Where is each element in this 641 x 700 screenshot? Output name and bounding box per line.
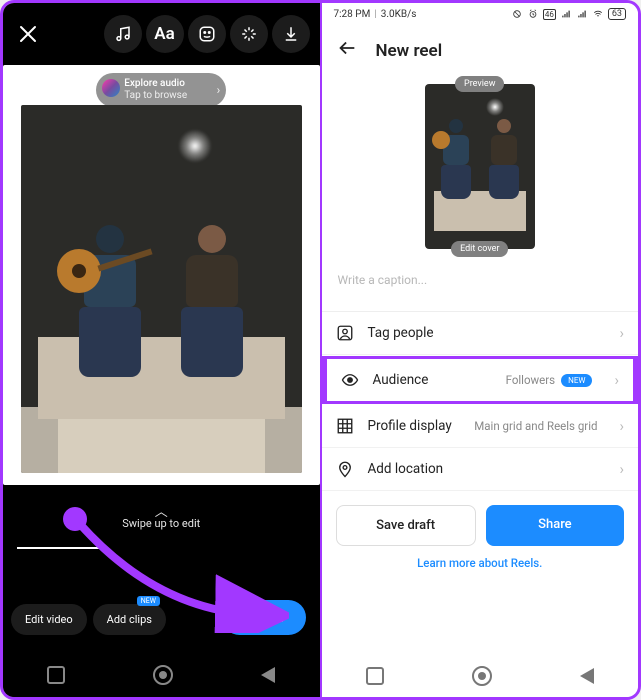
profile-display-value: Main grid and Reels grid <box>474 419 597 433</box>
action-row: Save draft Share <box>322 491 639 548</box>
page-title: New reel <box>376 41 443 61</box>
save-draft-button[interactable]: Save draft <box>336 505 476 546</box>
download-icon <box>282 25 300 43</box>
chevron-right-icon: › <box>619 460 624 478</box>
edit-cover-tag[interactable]: Edit cover <box>451 241 508 257</box>
back-button[interactable] <box>336 37 358 64</box>
sticker-button[interactable] <box>188 15 226 53</box>
editor-bottom-bar: ︿ Swipe up to edit Edit video NEW Add cl… <box>3 485 320 697</box>
location-icon <box>336 460 354 478</box>
dnd-icon <box>511 9 523 19</box>
caption-placeholder: Write a caption... <box>338 273 428 287</box>
nav-home-icon[interactable] <box>153 665 173 685</box>
nav-back-icon[interactable] <box>261 667 275 683</box>
status-time: 7:28 PM <box>334 9 371 20</box>
editor-toolbar: Aa <box>3 3 320 65</box>
caption-input[interactable]: Write a caption... <box>322 257 639 311</box>
chevron-right-icon: › <box>619 417 624 435</box>
nav-recent-icon[interactable] <box>47 666 65 684</box>
battery-badge: 63 <box>608 8 626 20</box>
share-button[interactable]: Share <box>486 505 624 546</box>
learn-more-link[interactable]: Learn more about Reels. <box>322 548 639 578</box>
music-button[interactable] <box>104 15 142 53</box>
sticker-icon <box>198 25 216 43</box>
sparkle-icon <box>240 25 258 43</box>
network-type-badge: 46 <box>543 9 556 20</box>
status-net: 3.0KB/s <box>381 9 417 20</box>
signal-icon <box>560 9 572 19</box>
explore-subtitle: Tap to browse <box>124 90 216 102</box>
x-icon <box>18 24 38 44</box>
preview-tag[interactable]: Preview <box>455 76 504 92</box>
audio-cover-icon <box>102 79 120 97</box>
next-button[interactable]: Next <box>222 600 305 635</box>
status-bar: 7:28 PM | 3.0KB/s 46 63 <box>322 3 639 25</box>
effects-button[interactable] <box>230 15 268 53</box>
add-location-label: Add location <box>368 461 444 477</box>
chevron-right-icon: › <box>614 371 619 389</box>
timeline-track[interactable] <box>17 547 107 549</box>
editor-screen: Aa Explore audio Tap to browse › <box>3 3 320 697</box>
video-preview[interactable]: Explore audio Tap to browse › <box>3 65 320 485</box>
new-reel-screen: 7:28 PM | 3.0KB/s 46 63 New reel Preview <box>322 3 639 697</box>
cover-thumbnail[interactable] <box>425 84 535 249</box>
text-button[interactable]: Aa <box>146 15 184 53</box>
arrow-left-icon <box>336 37 358 59</box>
add-clips-chip[interactable]: NEW Add clips <box>93 604 166 635</box>
close-button[interactable] <box>13 19 43 49</box>
cover-section: Preview Edit cover <box>322 74 639 257</box>
explore-title: Explore audio <box>124 78 216 90</box>
wifi-icon <box>592 9 604 19</box>
grid-icon <box>336 417 354 435</box>
swipe-hint: ︿ Swipe up to edit <box>3 485 320 530</box>
row-add-location[interactable]: Add location › <box>322 448 639 491</box>
header: New reel <box>322 25 639 74</box>
settings-list: Tag people › Audience Followers NEW › Pr… <box>322 311 639 491</box>
chevron-up-icon: ︿ <box>3 509 320 517</box>
audience-value: Followers <box>506 373 556 387</box>
video-frame <box>21 105 302 473</box>
audience-label: Audience <box>373 372 429 388</box>
swipe-hint-text: Swipe up to edit <box>122 517 200 530</box>
row-audience[interactable]: Audience Followers NEW › <box>322 356 639 404</box>
signal2-icon <box>576 9 588 19</box>
arrow-right-icon <box>274 611 288 625</box>
explore-audio-pill[interactable]: Explore audio Tap to browse › <box>96 73 226 107</box>
new-badge: NEW <box>561 374 592 387</box>
android-navbar <box>322 655 639 697</box>
music-icon <box>114 25 132 43</box>
chevron-right-icon: › <box>217 83 221 97</box>
new-badge: NEW <box>137 596 160 606</box>
nav-recent-icon[interactable] <box>366 667 384 685</box>
android-navbar <box>3 653 320 697</box>
profile-display-label: Profile display <box>368 418 452 434</box>
edit-video-chip[interactable]: Edit video <box>11 604 87 635</box>
nav-home-icon[interactable] <box>472 666 492 686</box>
add-clips-label: Add clips <box>107 613 152 626</box>
eye-icon <box>341 371 359 389</box>
nav-back-icon[interactable] <box>580 668 594 684</box>
tag-people-label: Tag people <box>368 325 434 341</box>
next-label: Next <box>240 610 267 625</box>
chevron-right-icon: › <box>619 324 624 342</box>
person-icon <box>336 324 354 342</box>
alarm-icon <box>527 9 539 19</box>
row-tag-people[interactable]: Tag people › <box>322 312 639 355</box>
row-profile-display[interactable]: Profile display Main grid and Reels grid… <box>322 405 639 448</box>
download-button[interactable] <box>272 15 310 53</box>
